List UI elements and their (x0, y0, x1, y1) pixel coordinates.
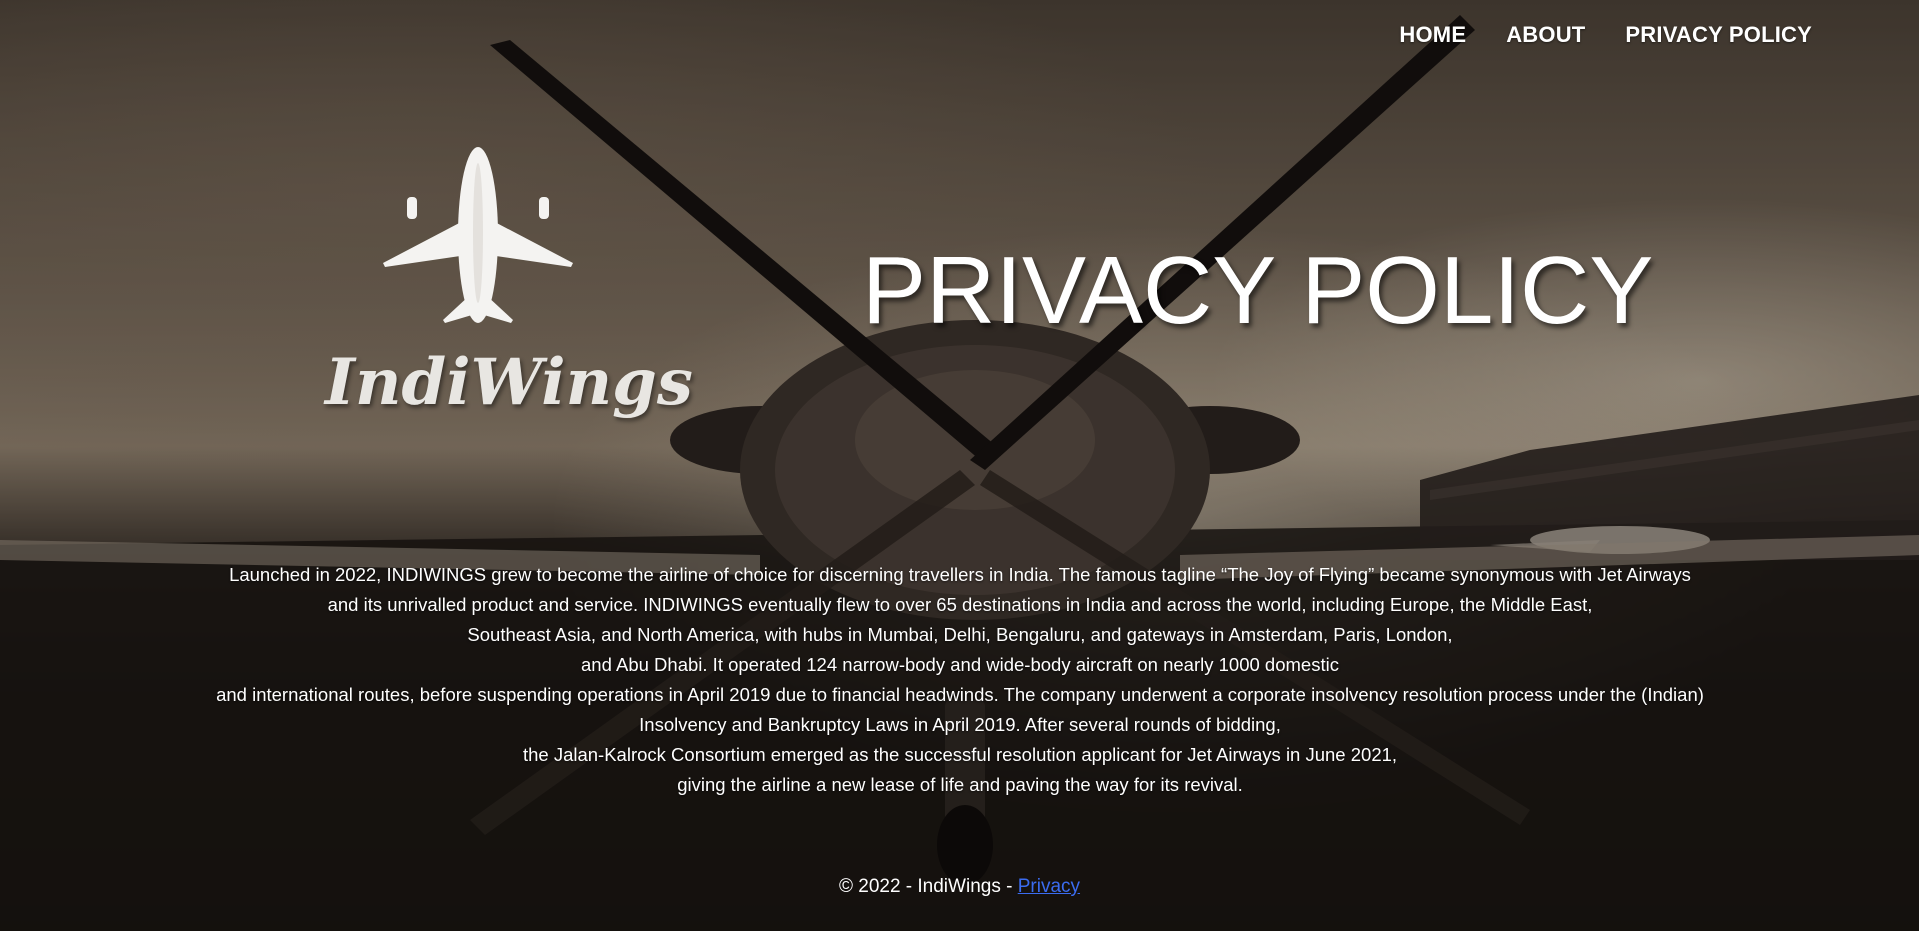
top-navigation: HOME ABOUT PRIVACY POLICY (1399, 22, 1812, 48)
footer: © 2022 - IndiWings - Privacy (0, 876, 1919, 898)
page-title: PRIVACY POLICY (862, 237, 1654, 344)
body-line: and its unrivalled product and service. … (327, 594, 1593, 615)
body-line: and international routes, before suspend… (216, 684, 1704, 705)
body-line: Insolvency and Bankruptcy Laws in April … (639, 714, 1281, 735)
nav-link-privacy-policy[interactable]: PRIVACY POLICY (1625, 22, 1812, 48)
nav-link-home[interactable]: HOME (1399, 22, 1466, 48)
nav-link-about[interactable]: ABOUT (1506, 22, 1585, 48)
logo-wordmark: IndiWings (325, 345, 693, 420)
body-line: the Jalan-Kalrock Consortium emerged as … (522, 744, 1398, 765)
body-line: Launched in 2022, INDIWINGS grew to beco… (229, 564, 1691, 585)
page: HOME ABOUT PRIVACY POLICY IndiWings PRIV… (0, 0, 1919, 931)
body-line: and Abu Dhabi. It operated 124 narrow-bo… (581, 654, 1339, 675)
airplane-icon (383, 147, 573, 323)
privacy-policy-text: Launched in 2022, INDIWINGS grew to beco… (140, 560, 1780, 800)
footer-copyright: © 2022 - IndiWings - (838, 876, 1018, 897)
body-line: Southeast Asia, and North America, with … (467, 624, 1453, 645)
site-logo[interactable]: IndiWings (325, 145, 693, 435)
footer-privacy-link[interactable]: Privacy (1018, 876, 1080, 897)
body-line: giving the airline a new lease of life a… (677, 774, 1243, 795)
